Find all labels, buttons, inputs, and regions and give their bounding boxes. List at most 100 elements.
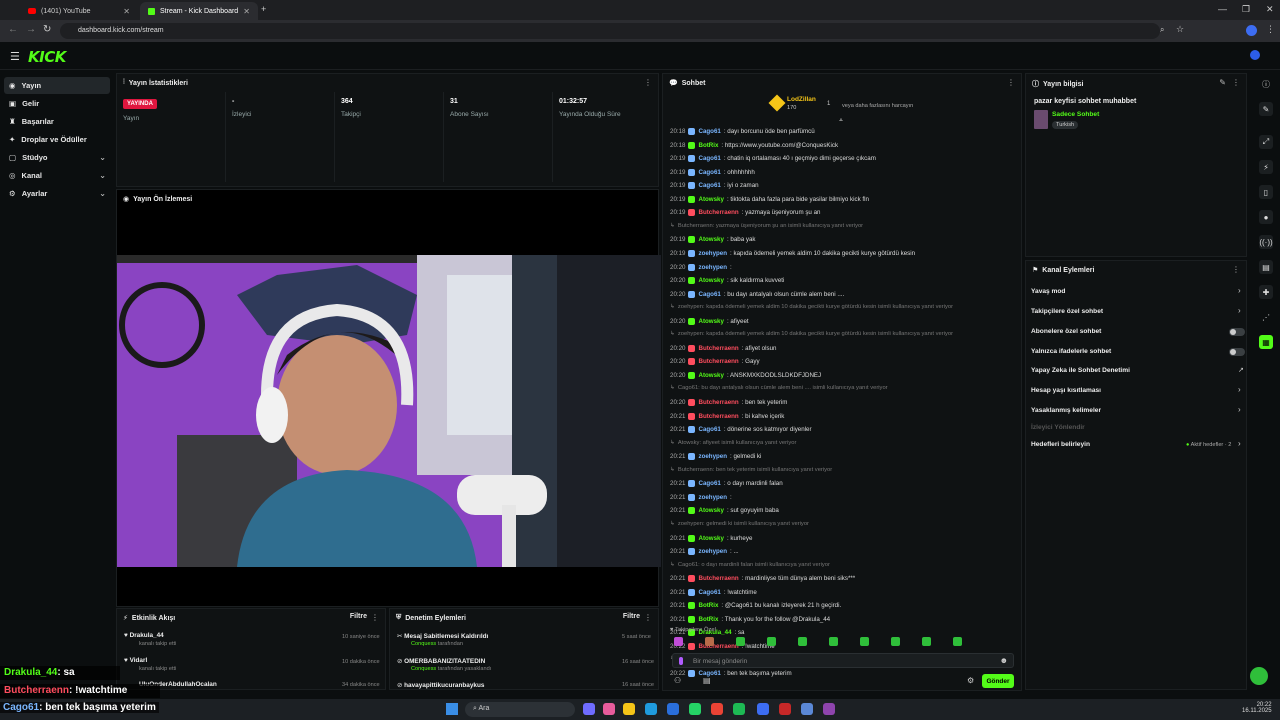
message-username[interactable]: Cago61 — [698, 155, 720, 162]
url-field[interactable]: dashboard.kick.com/stream — [60, 23, 1160, 39]
windows-start-icon[interactable] — [446, 703, 458, 715]
reload-icon[interactable]: ↻ — [43, 24, 51, 35]
tab-kick-dashboard[interactable]: Stream - Kick Dashboard ✕ — [140, 2, 258, 20]
chevron-right-icon[interactable]: › — [1238, 405, 1241, 414]
forward-icon[interactable]: → — [26, 24, 36, 35]
emote-icon[interactable] — [922, 637, 931, 646]
bookmark-star-icon[interactable]: ☆ — [1176, 24, 1184, 35]
add-widget-icon[interactable]: ▦ — [1259, 335, 1273, 349]
filter-button[interactable]: Filtre — [350, 613, 367, 620]
store-icon[interactable] — [667, 703, 679, 715]
emote-icon[interactable] — [891, 637, 900, 646]
followers-only-item[interactable]: Takipçilere özel sohbet — [1031, 308, 1103, 315]
emote-icon[interactable] — [829, 637, 838, 646]
more-options-icon[interactable]: ⋮ — [1232, 78, 1240, 87]
document-icon[interactable]: ▯ — [1259, 185, 1273, 199]
message-username[interactable]: Butcherraenn — [698, 345, 738, 352]
message-username[interactable]: Cago61 — [698, 128, 720, 135]
help-icon[interactable]: ⓘ — [1259, 77, 1273, 91]
discord-icon[interactable] — [823, 703, 835, 715]
activity-name[interactable]: Drakula_44 — [130, 632, 164, 639]
support-chat-icon[interactable] — [1250, 667, 1268, 685]
chevron-right-icon[interactable]: › — [1238, 286, 1241, 295]
hamburger-menu-icon[interactable]: ☰ — [10, 50, 20, 63]
chat-input[interactable]: Bir mesaj gönderin ☻ — [672, 653, 1014, 668]
message-username[interactable]: Atowsky — [698, 196, 723, 203]
taskview-icon[interactable] — [583, 703, 595, 715]
sidebar-item-yayin[interactable]: ◉ Yayın — [4, 77, 110, 94]
emote-icon[interactable] — [767, 637, 776, 646]
chevron-right-icon[interactable]: › — [1238, 306, 1241, 315]
back-icon[interactable]: ← — [8, 24, 18, 35]
taskbar-search[interactable]: ⌕ Ara — [465, 702, 575, 717]
message-username[interactable]: Atowsky — [698, 318, 723, 325]
sidebar-item-studyo[interactable]: ▢ Stüdyo ⌄ — [4, 149, 110, 166]
message-username[interactable]: Atowsky — [698, 507, 723, 514]
minimize-icon[interactable]: — — [1218, 4, 1227, 14]
message-username[interactable]: Cago61 — [698, 182, 720, 189]
message-username[interactable]: zoehypen — [698, 264, 727, 271]
message-username[interactable]: BotRix — [698, 602, 718, 609]
message-username[interactable]: Butcherraenn — [698, 399, 738, 406]
more-options-icon[interactable]: ⋮ — [371, 613, 379, 622]
chat-bubble-icon[interactable]: ● — [1259, 210, 1273, 224]
message-username[interactable]: Cago61 — [698, 480, 720, 487]
sidebar-item-ayarlar[interactable]: ⚙ Ayarlar ⌄ — [4, 185, 110, 202]
category-name[interactable]: Sadece Sohbet — [1052, 111, 1099, 118]
message-username[interactable]: zoehypen — [698, 250, 727, 257]
message-username[interactable]: zoehypen — [698, 548, 727, 555]
message-username[interactable]: Cago61 — [698, 169, 720, 176]
message-username[interactable]: zoehypen — [698, 453, 727, 460]
close-tab-icon[interactable]: ✕ — [123, 7, 130, 16]
chat-users-icon[interactable]: ▤ — [703, 676, 711, 685]
chrome-active-icon[interactable] — [757, 703, 769, 715]
sidebar-item-droplar[interactable]: ✦ Droplar ve Ödüller — [4, 131, 110, 148]
message-username[interactable]: Atowsky — [698, 372, 723, 379]
app-icon[interactable] — [801, 703, 813, 715]
message-username[interactable]: Butcherraenn — [698, 575, 738, 582]
goals-item[interactable]: Hedefleri belirleyin — [1031, 441, 1090, 448]
moderator-name[interactable]: Conquess — [411, 666, 436, 672]
user-avatar[interactable] — [1250, 50, 1260, 60]
emote-icon[interactable] — [953, 637, 962, 646]
folder-icon[interactable] — [623, 703, 635, 715]
layers-icon[interactable]: ▤ — [1259, 260, 1273, 274]
message-username[interactable]: Butcherraenn — [698, 413, 738, 420]
more-options-icon[interactable]: ⋮ — [1007, 78, 1015, 87]
chevron-right-icon[interactable]: › — [1238, 385, 1241, 394]
slow-mode-item[interactable]: Yavaş mod — [1031, 288, 1065, 295]
maximize-icon[interactable]: ❐ — [1242, 4, 1250, 15]
zoom-icon[interactable]: ⌕ — [1160, 25, 1164, 35]
profile-avatar[interactable] — [1246, 25, 1257, 36]
ai-moderation-item[interactable]: Yapay Zeka ile Sohbet Denetimi — [1031, 367, 1130, 374]
edit-pencil-icon[interactable]: ✎ — [1219, 78, 1226, 87]
close-tab-icon[interactable]: ✕ — [243, 7, 250, 16]
spotify-icon[interactable] — [733, 703, 745, 715]
app-icon[interactable] — [779, 703, 791, 715]
new-tab-icon[interactable]: + — [261, 4, 266, 14]
activity-name[interactable]: Vidarl — [130, 657, 148, 664]
sidebar-item-gelir[interactable]: ▣ Gelir — [4, 95, 110, 112]
chat-settings-icon[interactable]: ⚙ — [967, 676, 974, 685]
stream-video[interactable] — [117, 255, 661, 567]
chevron-right-icon[interactable]: › — [1238, 439, 1241, 448]
account-age-item[interactable]: Hesap yaşı kısıtlaması — [1031, 387, 1101, 394]
tab-youtube[interactable]: (1401) YouTube ✕ — [20, 2, 138, 20]
emote-icon[interactable] — [798, 637, 807, 646]
message-username[interactable]: Butcherraenn — [698, 358, 738, 365]
sidebar-item-kanal[interactable]: ◎ Kanal ⌄ — [4, 167, 110, 184]
message-username[interactable]: Atowsky — [698, 535, 723, 542]
expand-icon[interactable]: ⤢ — [1259, 135, 1273, 149]
app-icon[interactable] — [603, 703, 615, 715]
filter-button[interactable]: Filtre — [623, 613, 640, 620]
message-username[interactable]: Atowsky — [698, 277, 723, 284]
browser-menu-icon[interactable]: ⋮ — [1266, 24, 1275, 35]
message-username[interactable]: Cago61 — [698, 426, 720, 433]
message-username[interactable]: BotRix — [698, 142, 718, 149]
message-username[interactable]: zoehypen — [698, 494, 727, 501]
broadcast-icon[interactable]: ((·)) — [1259, 235, 1273, 249]
pin-expand-icon[interactable]: ⩡ — [839, 117, 843, 125]
more-options-icon[interactable]: ⋮ — [644, 613, 652, 622]
lightning-icon[interactable]: ⚡ — [1259, 160, 1273, 174]
emote-icon[interactable] — [674, 637, 683, 646]
